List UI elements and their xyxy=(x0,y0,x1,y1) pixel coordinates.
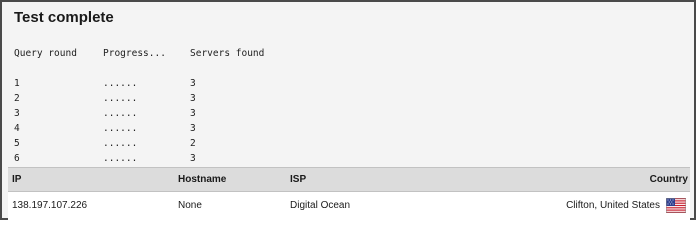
table-row: 138.197.107.226 None Digital Ocean Clift… xyxy=(8,192,690,220)
country-column-header: Country xyxy=(649,174,688,185)
ip-cell: 138.197.107.226 xyxy=(12,200,88,211)
progress: ...... xyxy=(103,153,138,164)
query-round: 5 xyxy=(14,138,20,149)
hostname-cell: None xyxy=(178,200,202,211)
servers-found: 3 xyxy=(190,108,196,119)
progress: ...... xyxy=(103,93,138,104)
servers-found: 3 xyxy=(190,93,196,104)
progress: ...... xyxy=(103,108,138,119)
servers-found: 3 xyxy=(190,78,196,89)
isp-cell: Digital Ocean xyxy=(290,200,351,211)
ip-column-header: IP xyxy=(12,174,22,185)
page-title: Test complete xyxy=(14,9,114,26)
hostname-column-header: Hostname xyxy=(178,174,227,185)
us-flag-icon xyxy=(666,198,686,213)
servers-found-header: Servers found xyxy=(190,48,265,59)
query-round: 2 xyxy=(14,93,20,104)
query-round: 3 xyxy=(14,108,20,119)
progress-header: Progress... xyxy=(103,48,166,59)
progress: ...... xyxy=(103,123,138,134)
servers-found: 2 xyxy=(190,138,196,149)
query-round: 4 xyxy=(14,123,20,134)
progress: ...... xyxy=(103,138,138,149)
servers-found: 3 xyxy=(190,123,196,134)
query-round-header: Query round xyxy=(14,48,77,59)
results-panel: Test complete Query round Progress... Se… xyxy=(0,0,696,220)
progress: ...... xyxy=(103,78,138,89)
query-round: 6 xyxy=(14,153,20,164)
country-cell: Clifton, United States xyxy=(566,200,660,211)
isp-column-header: ISP xyxy=(290,174,307,185)
table-header: IP Hostname ISP Country xyxy=(8,167,690,192)
dns-servers-table: IP Hostname ISP Country 138.197.107.226 … xyxy=(8,167,690,220)
servers-found: 3 xyxy=(190,153,196,164)
query-round: 1 xyxy=(14,78,20,89)
